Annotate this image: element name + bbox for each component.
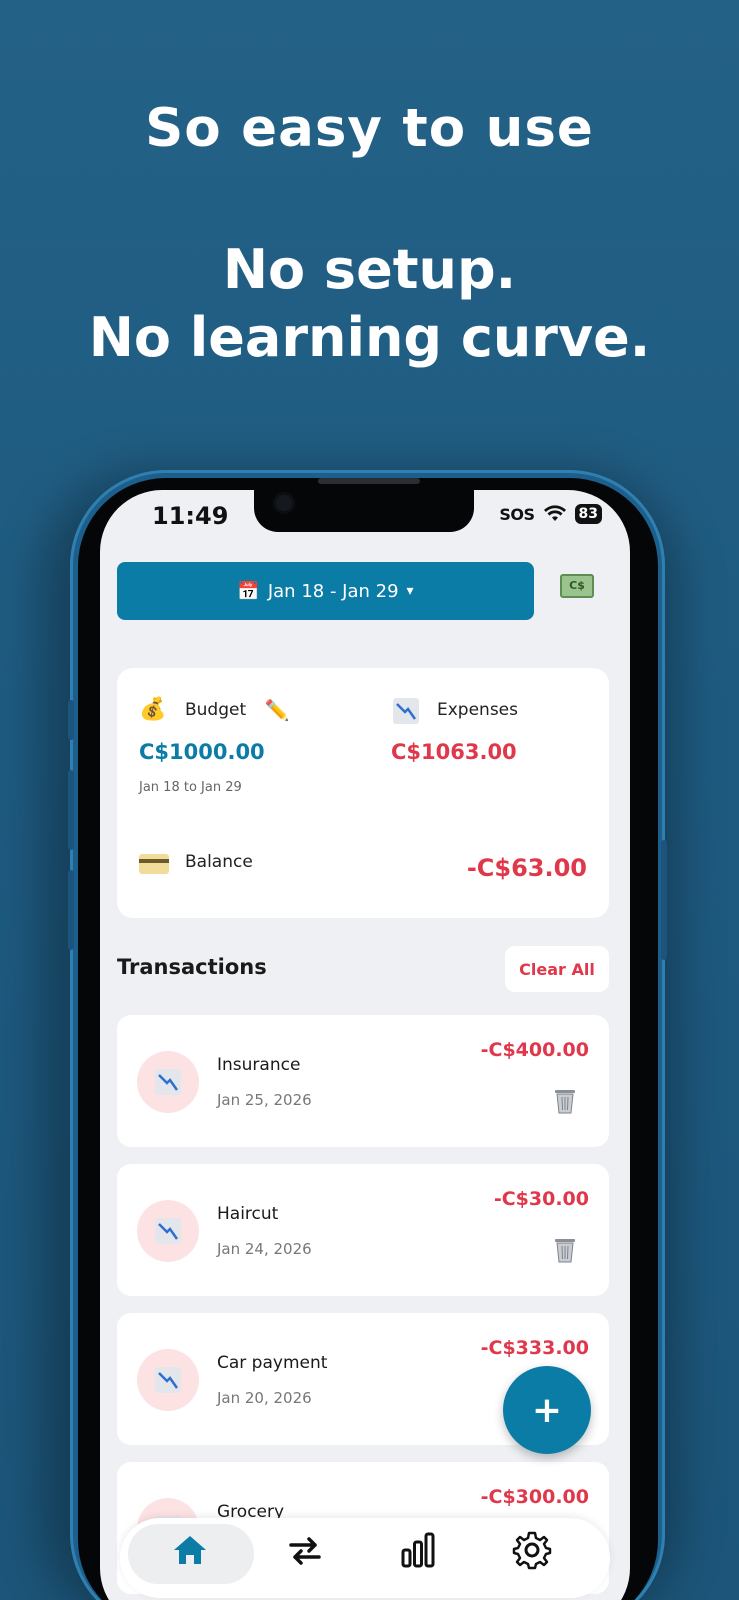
expenses-label: Expenses — [437, 700, 518, 720]
sos-indicator: SOS — [499, 504, 535, 524]
gear-icon[interactable] — [512, 1530, 552, 1570]
calendar-icon: 📅 — [237, 580, 260, 602]
credit-card-icon — [139, 854, 169, 874]
transaction-row[interactable]: Insurance Jan 25, 2026 -C$400.00 — [117, 1015, 609, 1147]
marketing-subheadline-2: No learning curve. — [88, 306, 651, 369]
balance-label: Balance — [185, 852, 253, 872]
transaction-name: Haircut — [217, 1204, 279, 1224]
battery-icon: 83 — [574, 504, 602, 524]
add-transaction-button[interactable]: + — [503, 1366, 591, 1454]
transaction-amount: -C$30.00 — [493, 1188, 589, 1210]
marketing-headline: So easy to use — [145, 98, 594, 159]
summary-card: 💰 Budget ✏️ C$1000.00 Jan 18 to Jan 29 E… — [117, 668, 609, 918]
transaction-avatar — [137, 1349, 199, 1411]
transaction-name: Insurance — [217, 1055, 301, 1075]
chart-bars-icon[interactable] — [398, 1530, 438, 1570]
status-time: 11:49 — [152, 502, 229, 530]
trash-icon[interactable] — [553, 1087, 577, 1115]
transaction-amount: -C$333.00 — [480, 1337, 589, 1359]
phone-silent-switch — [68, 700, 74, 740]
transaction-date: Jan 20, 2026 — [217, 1389, 312, 1407]
transaction-amount: -C$300.00 — [480, 1486, 589, 1508]
date-range-label: Jan 18 - Jan 29 — [267, 580, 399, 602]
chevron-down-icon: ▾ — [406, 583, 414, 599]
phone-power-button — [661, 840, 667, 960]
clear-all-button[interactable]: Clear All — [505, 946, 609, 992]
transaction-amount: -C$400.00 — [480, 1039, 589, 1061]
chart-down-icon — [155, 1218, 181, 1244]
pencil-icon[interactable]: ✏️ — [263, 696, 291, 724]
trash-icon[interactable] — [553, 1236, 577, 1264]
phone-volume-down — [68, 870, 74, 950]
currency-icon[interactable]: C$ — [560, 574, 594, 598]
transactions-title: Transactions — [117, 955, 267, 979]
wifi-icon — [543, 505, 566, 521]
front-camera — [273, 492, 295, 514]
transaction-avatar — [137, 1200, 199, 1262]
transaction-date: Jan 24, 2026 — [217, 1240, 312, 1258]
transaction-date: Jan 25, 2026 — [217, 1091, 312, 1109]
money-bag-icon: 💰 — [139, 697, 167, 722]
marketing-subheadline-1: No setup. — [222, 238, 517, 301]
budget-range: Jan 18 to Jan 29 — [139, 780, 242, 795]
transaction-avatar — [137, 1051, 199, 1113]
status-indicators: SOS 83 — [499, 504, 602, 524]
transfer-icon[interactable] — [285, 1530, 325, 1570]
home-icon[interactable] — [170, 1530, 210, 1570]
transaction-name: Car payment — [217, 1353, 328, 1373]
budget-label: Budget — [185, 700, 247, 720]
transaction-row[interactable]: Haircut Jan 24, 2026 -C$30.00 — [117, 1164, 609, 1296]
balance-amount: -C$63.00 — [466, 854, 587, 882]
tab-bar — [120, 1518, 610, 1598]
phone-speaker — [318, 478, 420, 484]
phone-volume-up — [68, 770, 74, 850]
app-screen: 11:49 SOS 83 📅 Jan 18 - Jan 29 ▾ C$ 💰 Bu… — [100, 490, 630, 1600]
chart-down-icon — [155, 1367, 181, 1393]
chart-down-icon — [393, 698, 419, 724]
expenses-amount: C$1063.00 — [391, 740, 517, 764]
budget-amount: C$1000.00 — [139, 740, 265, 764]
chart-down-icon — [155, 1069, 181, 1095]
date-range-button[interactable]: 📅 Jan 18 - Jan 29 ▾ — [117, 562, 534, 620]
